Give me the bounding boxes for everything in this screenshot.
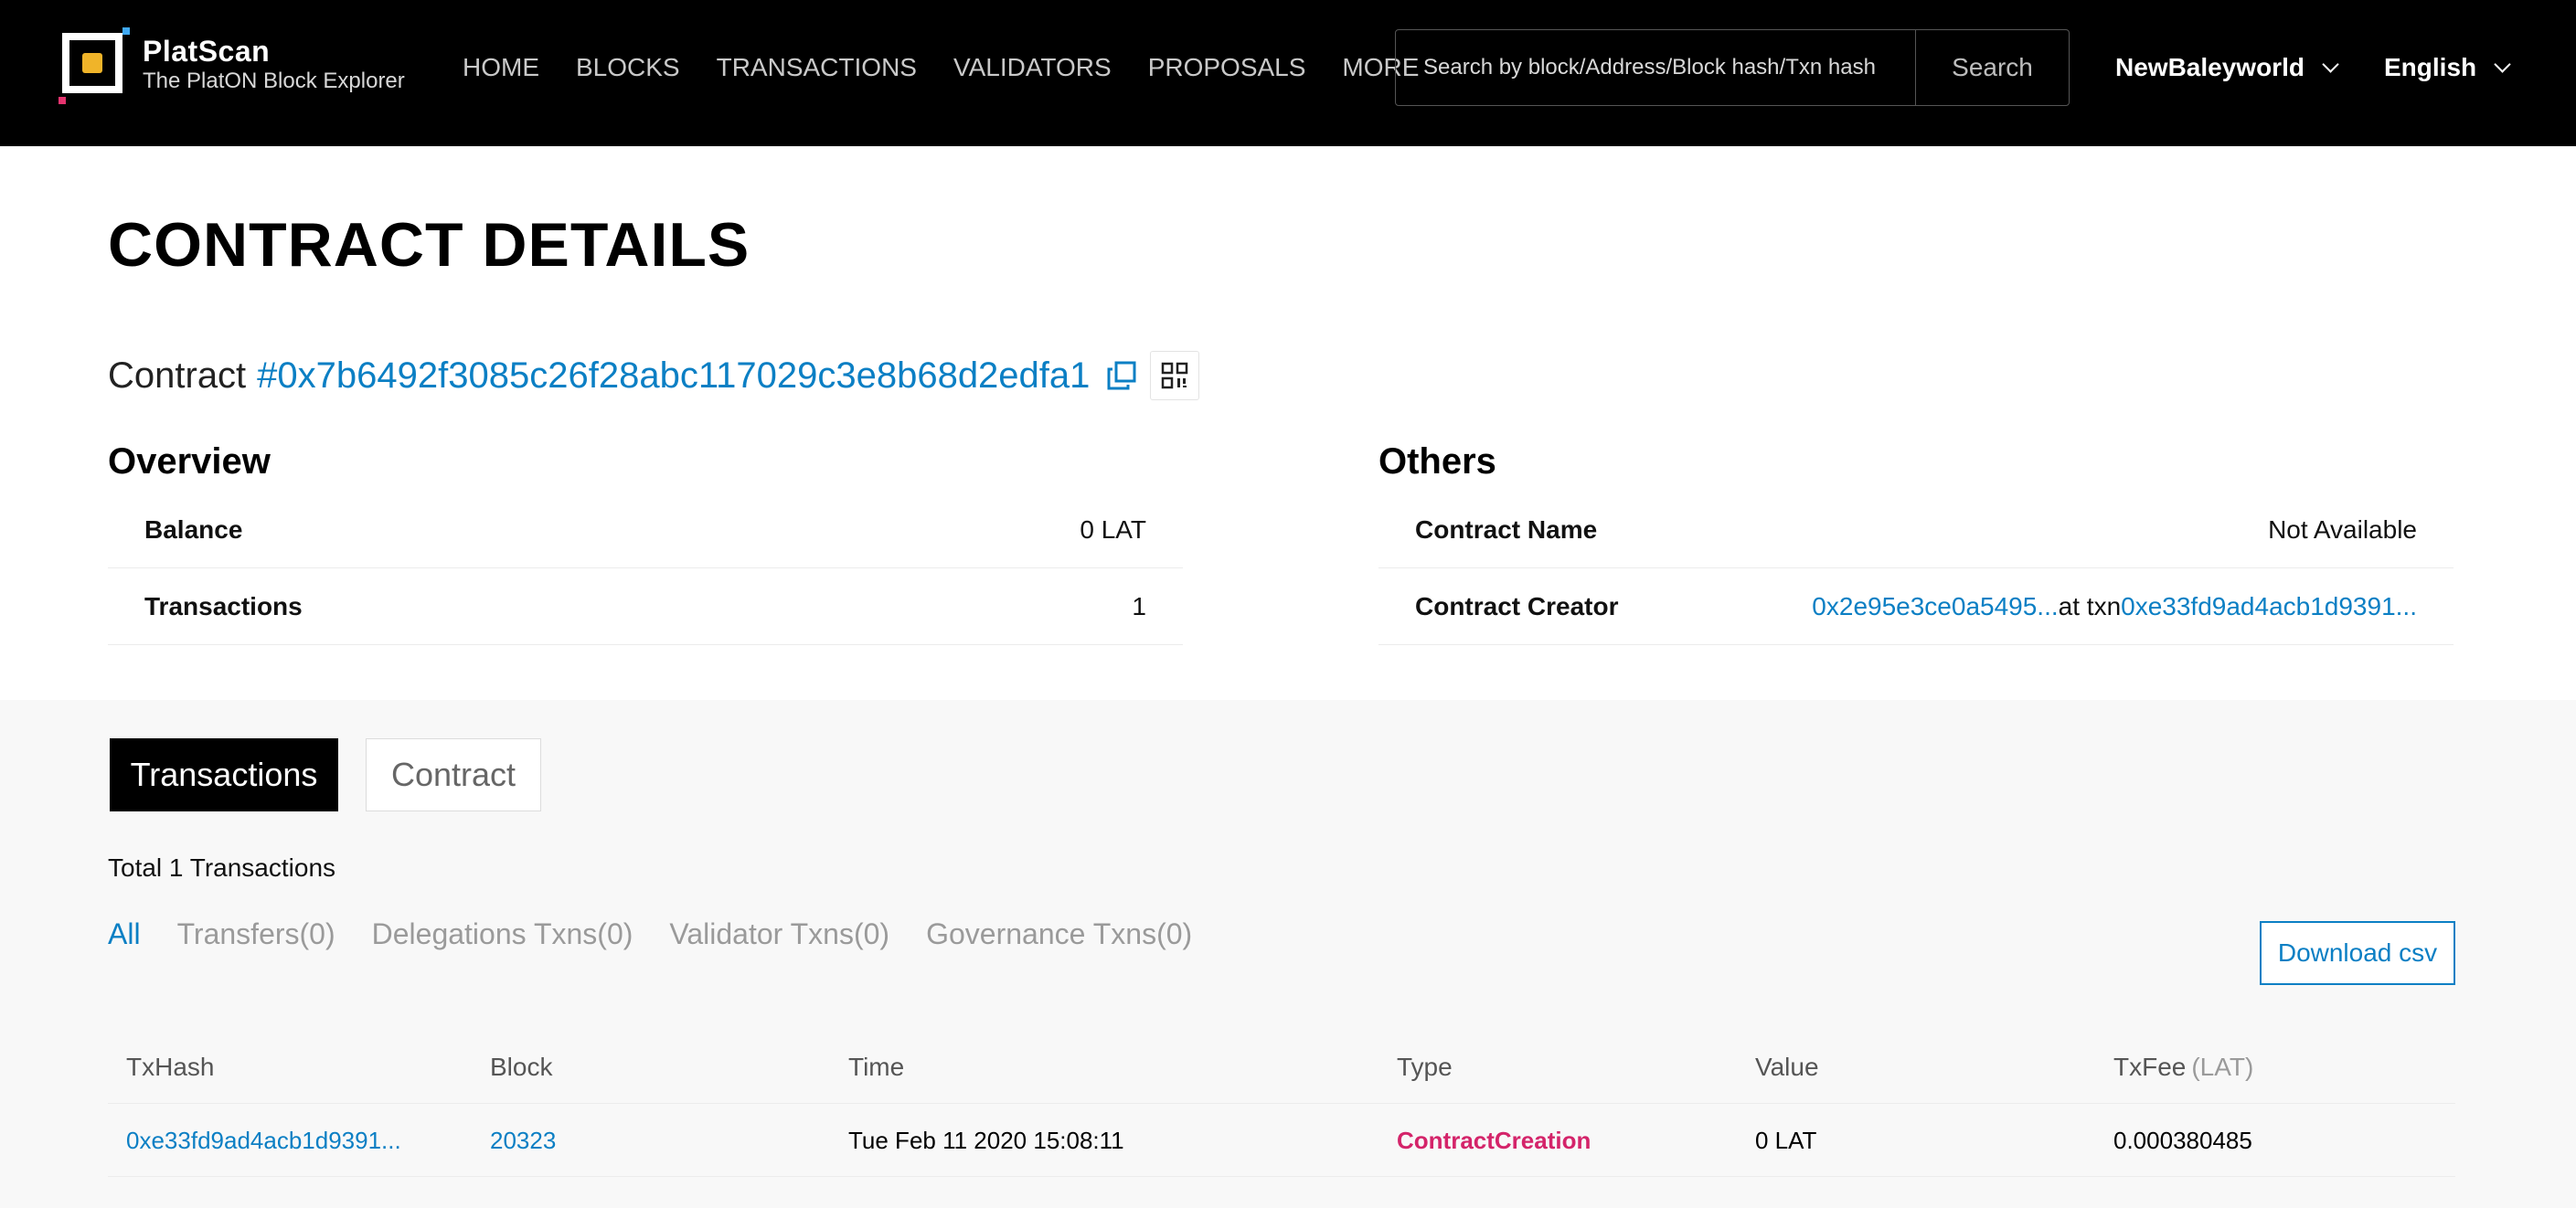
language-label: English	[2384, 53, 2477, 81]
nav-blocks[interactable]: BLOCKS	[576, 49, 680, 86]
transactions-table: TxHash Block Time Type Value TxFee (LAT) …	[108, 1031, 2455, 1177]
table-header: TxHash Block Time Type Value TxFee (LAT)	[108, 1031, 2455, 1104]
search-button[interactable]: Search	[1915, 30, 2069, 105]
txfee-unit: (LAT)	[2191, 1053, 2254, 1081]
filter-validator[interactable]: Validator Txns(0)	[669, 917, 889, 951]
column-header-block: Block	[490, 1053, 553, 1081]
block-link[interactable]: 20323	[490, 1104, 556, 1177]
creator-address-link[interactable]: 0x2e95e3ce0a5495...	[1812, 592, 2058, 620]
overview-table: Balance 0 LAT Transactions 1	[108, 492, 1183, 645]
nav-validators[interactable]: VALIDATORS	[953, 49, 1112, 86]
download-csv-button[interactable]: Download csv	[2260, 921, 2455, 985]
txfee-label: TxFee	[2113, 1053, 2187, 1081]
others-row-contract-name: Contract Name Not Available	[1378, 492, 2454, 568]
overview-title: Overview	[108, 441, 271, 482]
top-navigation-bar: PlatScan The PlatON Block Explorer HOME …	[0, 0, 2576, 146]
contract-name-label: Contract Name	[1415, 514, 1598, 544]
qr-code-icon	[1162, 362, 1188, 389]
logo-text[interactable]: PlatScan The PlatON Block Explorer	[143, 35, 405, 95]
nav-transactions[interactable]: TRANSACTIONS	[717, 49, 917, 86]
tx-time: Tue Feb 11 2020 15:08:11	[848, 1126, 1124, 1154]
logo-title: PlatScan	[143, 35, 271, 68]
contract-address-line: Contract #0x7b6492f3085c26f28abc117029c3…	[108, 351, 1200, 400]
at-txn-text: at txn	[2058, 591, 2122, 620]
others-table: Contract Name Not Available Contract Cre…	[1378, 492, 2454, 645]
filter-transfers[interactable]: Transfers(0)	[177, 917, 335, 951]
others-title: Others	[1378, 441, 1496, 482]
logo-subtitle: The PlatON Block Explorer	[143, 69, 405, 93]
overview-row-balance: Balance 0 LAT	[108, 492, 1183, 568]
column-header-txfee: TxFee (LAT)	[2113, 1031, 2253, 1104]
contract-name-value: Not Available	[2268, 514, 2417, 544]
column-header-value: Value	[1755, 1053, 1819, 1081]
filter-governance[interactable]: Governance Txns(0)	[926, 917, 1192, 951]
copy-icon[interactable]	[1106, 360, 1137, 391]
nav-proposals[interactable]: PROPOSALS	[1148, 49, 1306, 86]
filter-delegations[interactable]: Delegations Txns(0)	[372, 917, 633, 951]
language-dropdown[interactable]: English	[2384, 49, 2511, 86]
network-label: NewBaleyworld	[2115, 53, 2305, 81]
column-header-txhash: TxHash	[126, 1053, 215, 1081]
tx-value: 0 LAT	[1755, 1126, 1817, 1154]
chevron-down-icon	[2322, 55, 2339, 73]
table-row: 0xe33fd9ad4acb1d9391... 20323 Tue Feb 11…	[108, 1104, 2455, 1177]
column-header-time: Time	[848, 1053, 905, 1081]
others-row-contract-creator: Contract Creator 0x2e95e3ce0a5495...at t…	[1378, 568, 2454, 645]
network-dropdown[interactable]: NewBaleyworld	[2115, 49, 2339, 86]
transaction-filters: All Transfers(0) Delegations Txns(0) Val…	[108, 917, 1192, 951]
transactions-label: Transactions	[144, 591, 303, 620]
qr-code-button[interactable]	[1150, 351, 1200, 400]
filter-all[interactable]: All	[108, 917, 141, 951]
platscan-logo-icon[interactable]	[59, 27, 132, 110]
creator-txn-link[interactable]: 0xe33fd9ad4acb1d9391...	[2121, 592, 2417, 620]
main-nav: HOME BLOCKS TRANSACTIONS VALIDATORS PROP…	[463, 49, 1419, 86]
balance-value: 0 LAT	[1080, 514, 1146, 544]
contract-creator-label: Contract Creator	[1415, 591, 1619, 620]
total-transactions: Total 1 Transactions	[108, 853, 336, 882]
overview-row-transactions: Transactions 1	[108, 568, 1183, 645]
contract-address[interactable]: #0x7b6492f3085c26f28abc117029c3e8b68d2ed…	[257, 355, 1090, 397]
chevron-down-icon	[2494, 55, 2511, 73]
balance-label: Balance	[144, 514, 243, 544]
search-input[interactable]	[1396, 30, 1915, 105]
page-title: CONTRACT DETAILS	[108, 210, 750, 280]
tab-transactions[interactable]: Transactions	[110, 738, 338, 811]
tx-type: ContractCreation	[1397, 1126, 1591, 1154]
transactions-count: 1	[1132, 591, 1146, 620]
search-box: Search	[1395, 29, 2070, 106]
tab-contract[interactable]: Contract	[366, 738, 541, 811]
tx-fee: 0.000380485	[2113, 1126, 2252, 1154]
nav-home[interactable]: HOME	[463, 49, 539, 86]
contract-creator-value: 0x2e95e3ce0a5495...at txn0xe33fd9ad4acb1…	[1812, 592, 2417, 621]
column-header-type: Type	[1397, 1053, 1453, 1081]
contract-label: Contract	[108, 355, 247, 396]
txhash-link[interactable]: 0xe33fd9ad4acb1d9391...	[126, 1104, 401, 1177]
